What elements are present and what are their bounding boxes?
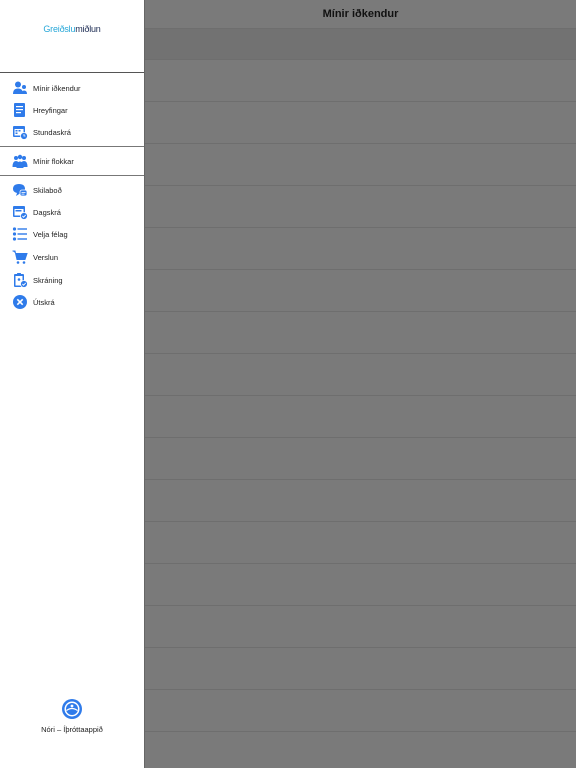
menu-divider [0,146,144,147]
menu-item-label: Velja félag [33,229,68,239]
divider [145,437,576,438]
divider [145,563,576,564]
menu-item-label: Skilaboð [33,185,62,195]
users-icon [13,81,27,94]
ledger-icon [14,103,25,117]
divider [145,353,576,354]
divider [145,689,576,690]
cart-icon [12,250,28,264]
divider [145,269,576,270]
menu-item-choose-club[interactable]: Velja félag [12,224,68,244]
calendar-clock-icon [13,126,28,140]
logo-text-part1: Greiðslu [43,24,76,34]
chat-icon [13,184,28,197]
close-circle-icon [13,295,27,309]
menu-item-messages[interactable]: Skilaboð [12,180,62,200]
divider [145,647,576,648]
group-icon [12,154,28,168]
menu-item-label: Skráning [33,275,63,285]
page-title: Mínir iðkendur [322,8,399,20]
app-footer[interactable]: Nóri – Íþróttaappið [0,698,144,734]
menu-item-registration[interactable]: Skráning [12,270,63,290]
footer-label: Nóri – Íþróttaappið [41,725,103,734]
menu-item-label: Stundaskrá [33,127,71,137]
divider [145,59,576,60]
menu-item-label: Dagskrá [33,207,61,217]
divider [145,185,576,186]
menu-item-logout[interactable]: Útskrá [12,292,55,312]
brand-logo: Greiðslumiðlun [0,24,144,34]
clipboard-check-icon [14,273,28,288]
menu-item-store[interactable]: Verslun [12,247,58,267]
divider [145,311,576,312]
divider [145,479,576,480]
divider [145,143,576,144]
app-logo-icon [62,699,82,719]
menu-divider [0,175,144,176]
main-content: Mínir iðkendur [145,0,576,768]
menu-item-label: Mínir flokkar [33,156,74,166]
calendar-check-icon [13,206,28,220]
menu-item-agenda[interactable]: Dagskrá [12,202,61,222]
menu-item-my-trainees[interactable]: Mínir iðkendur [12,78,81,98]
menu-item-transactions[interactable]: Hreyfingar [12,100,68,120]
menu-item-label: Verslun [33,252,59,262]
divider [145,521,576,522]
divider [145,101,576,102]
header-divider [0,72,144,73]
menu-item-schedule[interactable]: Stundaskrá [12,122,71,142]
divider [145,605,576,606]
menu-item-label: Mínir iðkendur [33,83,81,93]
side-drawer: Greiðslumiðlun Mínir iðkendur Hreyfingar [0,0,145,768]
search-band [145,29,576,59]
logo-text-part2: miðlun [75,24,101,34]
menu-item-label: Útskrá [33,297,55,307]
divider [145,227,576,228]
menu-item-label: Hreyfingar [33,105,68,115]
menu-item-my-groups[interactable]: Mínir flokkar [12,151,74,171]
list-icon [12,227,27,241]
divider [145,395,576,396]
divider [145,731,576,732]
